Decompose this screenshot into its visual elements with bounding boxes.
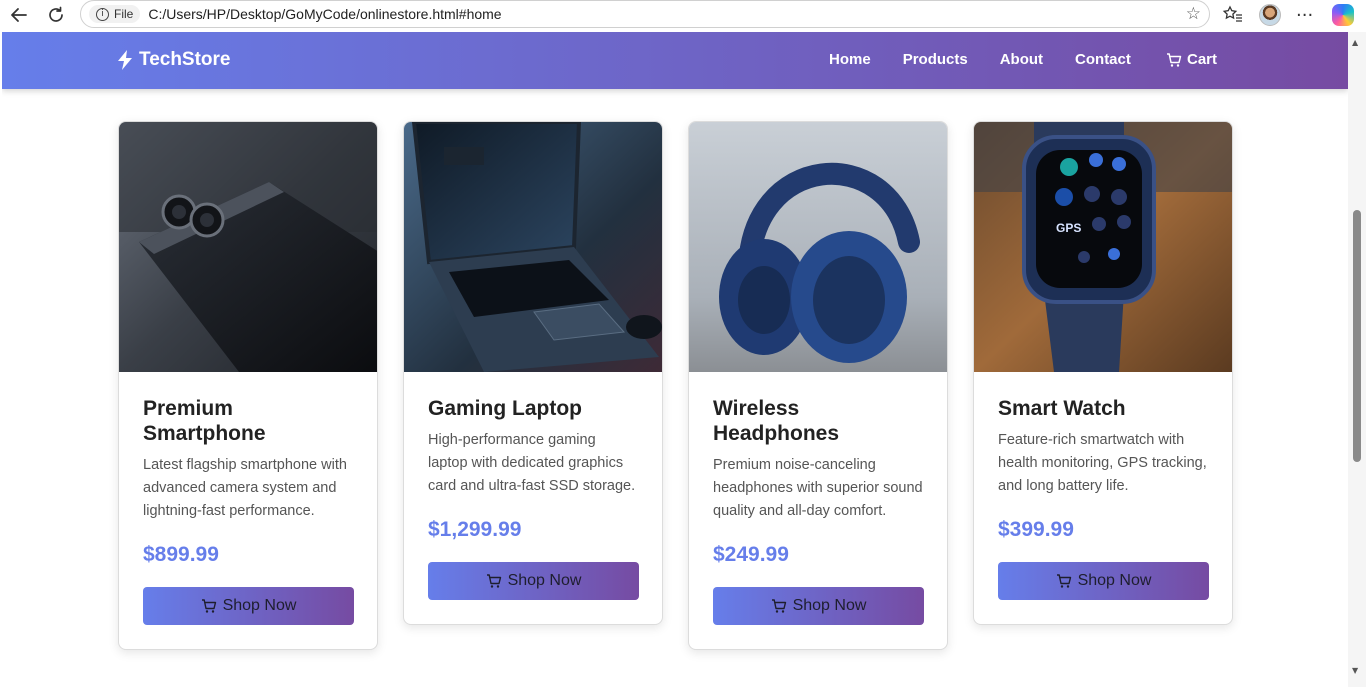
product-description: Premium noise-canceling headphones with … bbox=[713, 457, 923, 519]
cart-icon bbox=[1056, 574, 1071, 588]
smartphone-image bbox=[119, 122, 377, 372]
reload-button[interactable] bbox=[44, 3, 68, 27]
laptop-image bbox=[404, 122, 662, 372]
brand-logo[interactable]: TechStore bbox=[117, 49, 231, 71]
cart-icon bbox=[1167, 52, 1182, 67]
product-card: Gaming Laptop High-performance gaming la… bbox=[403, 121, 663, 625]
bolt-icon bbox=[118, 50, 132, 70]
product-price: $899.99 bbox=[143, 543, 219, 566]
product-description: Latest flagship smartphone with advanced… bbox=[143, 457, 347, 519]
product-description: Feature-rich smartwatch with health moni… bbox=[998, 432, 1207, 494]
scroll-thumb[interactable] bbox=[1353, 210, 1361, 462]
product-card: GPS Smart Watch Feature-rich smartwatch … bbox=[973, 121, 1233, 625]
shop-now-label: Shop Now bbox=[222, 597, 297, 614]
address-bar[interactable]: i File C:/Users/HP/Desktop/GoMyCode/onli… bbox=[80, 0, 1210, 28]
card-body: Gaming Laptop High-performance gaming la… bbox=[404, 372, 662, 624]
nav-contact[interactable]: Contact bbox=[1075, 51, 1131, 68]
headphones-image bbox=[689, 122, 947, 372]
smartwatch-image: GPS bbox=[974, 122, 1232, 372]
scroll-up-icon[interactable]: ▲ bbox=[1352, 38, 1358, 47]
shop-now-label: Shop Now bbox=[507, 572, 582, 589]
info-icon: i bbox=[96, 7, 109, 21]
shop-now-label: Shop Now bbox=[792, 597, 867, 614]
card-body: Premium Smartphone Latest flagship smart… bbox=[119, 372, 377, 649]
vertical-scrollbar[interactable]: ▲ ▼ bbox=[1348, 32, 1366, 687]
profile-button[interactable] bbox=[1259, 2, 1281, 28]
nav-about[interactable]: About bbox=[1000, 51, 1043, 68]
product-card: Wireless Headphones Premium noise-cancel… bbox=[688, 121, 948, 650]
favorites-icon bbox=[1222, 5, 1242, 22]
url-text[interactable]: C:/Users/HP/Desktop/GoMyCode/onlinestore… bbox=[148, 6, 501, 22]
nav-products[interactable]: Products bbox=[903, 51, 968, 68]
copilot-icon bbox=[1332, 4, 1354, 26]
product-title: Wireless Headphones bbox=[713, 397, 840, 445]
nav-home[interactable]: Home bbox=[829, 51, 871, 68]
site-info-chip[interactable]: i File bbox=[89, 5, 141, 23]
product-price: $249.99 bbox=[713, 543, 789, 566]
svg-text:GPS: GPS bbox=[1056, 221, 1081, 235]
card-body: Wireless Headphones Premium noise-cancel… bbox=[689, 372, 947, 649]
reload-icon bbox=[49, 6, 63, 22]
cart-icon bbox=[201, 599, 216, 613]
product-card: Premium Smartphone Latest flagship smart… bbox=[118, 121, 378, 650]
shop-now-button[interactable]: Shop Now bbox=[998, 562, 1209, 600]
product-title: Premium Smartphone bbox=[143, 397, 266, 445]
shop-now-button[interactable]: Shop Now bbox=[428, 562, 639, 600]
product-price: $399.99 bbox=[998, 518, 1074, 541]
cart-label: Cart bbox=[1187, 51, 1218, 68]
star-icon[interactable]: ☆ bbox=[1186, 4, 1201, 24]
page-viewport: TechStore Home Products About Contact Ca… bbox=[2, 32, 1348, 687]
product-price: $1,299.99 bbox=[428, 518, 522, 541]
product-title: Smart Watch bbox=[998, 397, 1126, 420]
more-icon[interactable]: ··· bbox=[1296, 2, 1313, 28]
cart-icon bbox=[771, 599, 786, 613]
product-title: Gaming Laptop bbox=[428, 397, 582, 420]
site-header: TechStore Home Products About Contact Ca… bbox=[2, 32, 1348, 89]
back-button[interactable] bbox=[7, 3, 31, 27]
avatar bbox=[1259, 4, 1281, 26]
copilot-button[interactable] bbox=[1332, 2, 1354, 28]
cart-icon bbox=[486, 574, 501, 588]
browser-toolbar: i File C:/Users/HP/Desktop/GoMyCode/onli… bbox=[0, 0, 1366, 30]
shop-now-button[interactable]: Shop Now bbox=[143, 587, 354, 625]
shop-now-button[interactable]: Shop Now bbox=[713, 587, 924, 625]
card-body: Smart Watch Feature-rich smartwatch with… bbox=[974, 372, 1232, 624]
shop-now-label: Shop Now bbox=[1077, 572, 1152, 589]
site-info-label: File bbox=[114, 7, 134, 21]
favorites-button[interactable] bbox=[1222, 2, 1244, 28]
nav-cart[interactable]: Cart bbox=[1166, 51, 1217, 68]
brand-name: TechStore bbox=[139, 49, 231, 70]
product-description: High-performance gaming laptop with dedi… bbox=[428, 432, 636, 494]
arrow-left-icon bbox=[11, 8, 27, 22]
scroll-down-icon[interactable]: ▼ bbox=[1352, 666, 1358, 675]
main-nav: Home Products About Contact bbox=[797, 51, 1131, 68]
